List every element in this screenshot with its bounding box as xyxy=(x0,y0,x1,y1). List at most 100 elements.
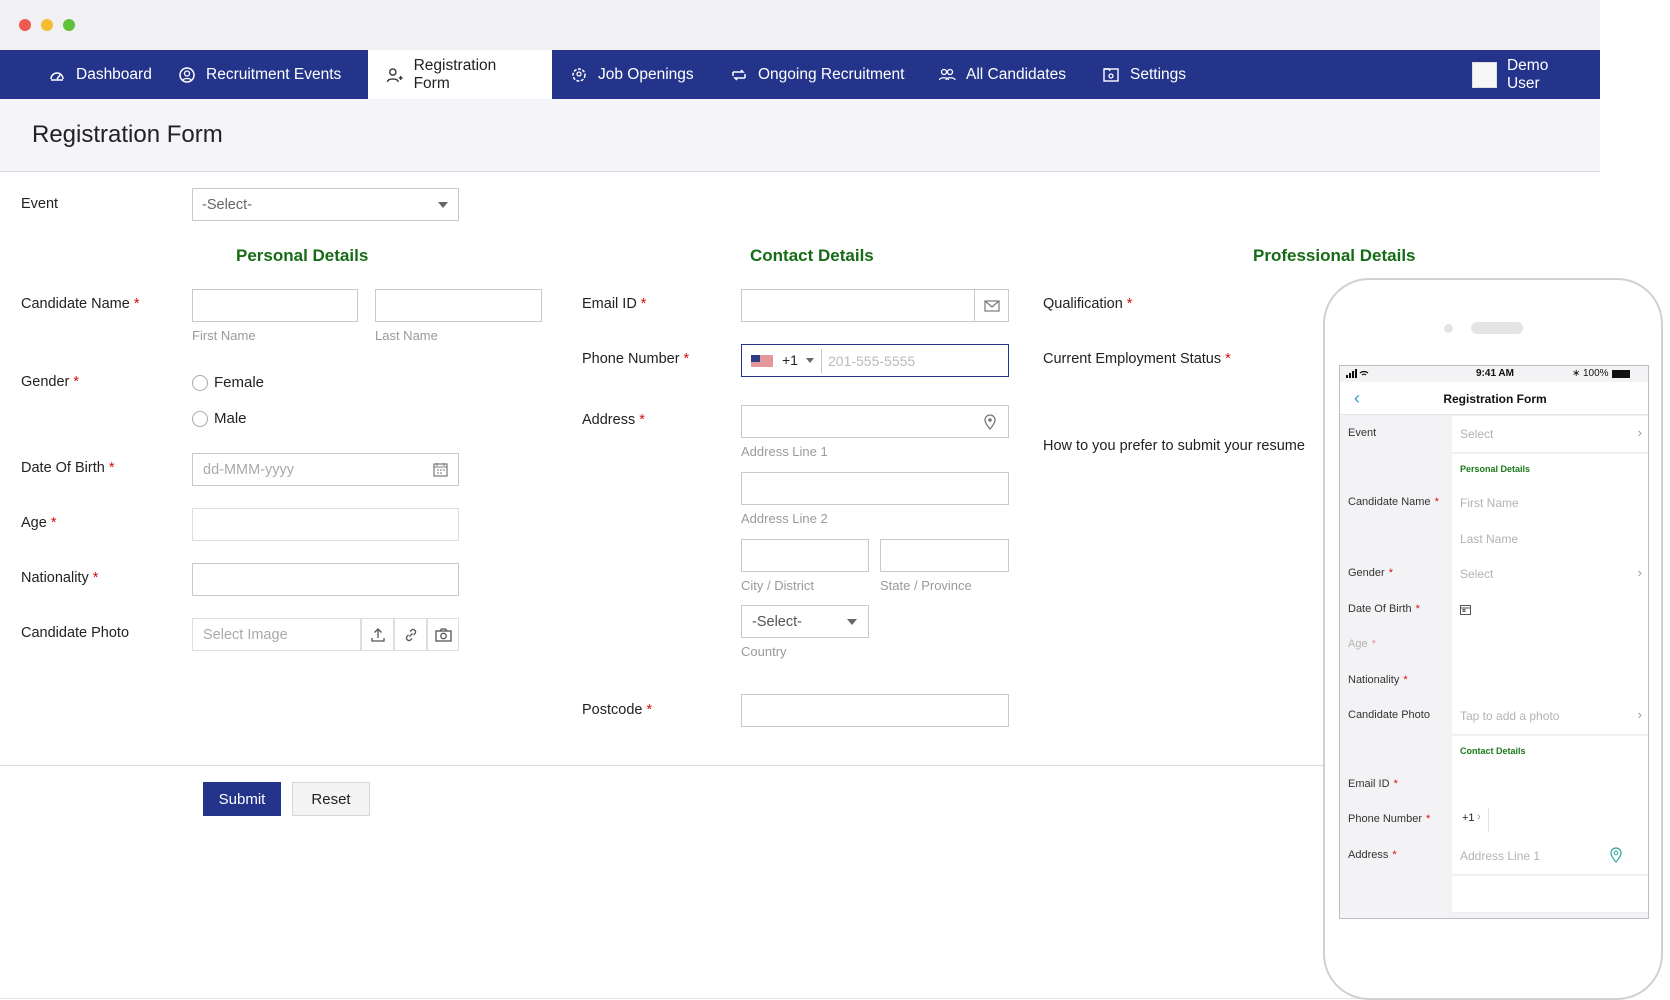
mobile-gender-row[interactable]: Gender * Select › xyxy=(1340,556,1648,594)
mobile-nationality-label: Nationality * xyxy=(1348,674,1408,686)
phone-label-text: Phone Number xyxy=(582,351,680,367)
mobile-event-select: Select xyxy=(1460,427,1494,441)
last-name-input[interactable] xyxy=(375,289,542,322)
required-mark: * xyxy=(640,296,647,312)
link-icon xyxy=(405,628,417,642)
avatar xyxy=(1472,61,1497,88)
mobile-first-name-row[interactable]: Candidate Name * First Name xyxy=(1340,485,1648,523)
mobile-dob-text: Date Of Birth xyxy=(1348,603,1412,615)
mobile-event-label: Event xyxy=(1348,427,1377,439)
country-select[interactable]: -Select- xyxy=(741,605,869,638)
chevron-right-icon: › xyxy=(1637,707,1642,722)
employment-status-label-text: Current Employment Status xyxy=(1043,351,1222,367)
dashboard-icon xyxy=(50,71,64,81)
reset-button[interactable]: Reset xyxy=(292,782,370,816)
mobile-gender-select: Select xyxy=(1460,567,1494,581)
mobile-age-label: Age * xyxy=(1348,638,1376,650)
submit-button[interactable]: Submit xyxy=(203,782,281,816)
minimize-window-button[interactable] xyxy=(41,19,53,31)
email-input[interactable] xyxy=(741,289,1009,322)
gear-people-icon xyxy=(572,67,586,82)
chevron-down-icon xyxy=(847,619,857,625)
mobile-gender-text: Gender xyxy=(1348,567,1385,579)
mobile-age-cell xyxy=(1452,627,1648,664)
nav-item-registration-form[interactable]: Registration Form xyxy=(368,50,552,99)
mobile-photo-row[interactable]: Candidate Photo Tap to add a photo › xyxy=(1340,698,1648,736)
nationality-input[interactable] xyxy=(192,563,459,596)
state-input[interactable] xyxy=(880,539,1009,572)
nav-label-job-openings: Job Openings xyxy=(598,65,694,83)
mobile-dob-label: Date Of Birth * xyxy=(1348,603,1420,615)
mobile-dob-row[interactable]: Date Of Birth * xyxy=(1340,592,1648,630)
required-mark: * xyxy=(133,296,140,312)
add-user-icon xyxy=(386,67,403,82)
mobile-phone-code[interactable]: +1 xyxy=(1462,812,1475,824)
mobile-address-row[interactable]: Address * Address Line 1 xyxy=(1340,838,1648,876)
age-input[interactable] xyxy=(192,508,459,541)
country-select-value: -Select- xyxy=(752,614,802,630)
nav-item-dashboard[interactable]: Dashboard xyxy=(30,50,170,99)
phone-speaker xyxy=(1471,322,1523,334)
mobile-nav-bar: ‹ Registration Form xyxy=(1340,382,1648,415)
dob-label: Date Of Birth * xyxy=(21,460,114,476)
city-input[interactable] xyxy=(741,539,869,572)
city-hint: City / District xyxy=(741,578,814,593)
link-button[interactable] xyxy=(394,618,427,651)
settings-folder-icon xyxy=(1103,67,1119,82)
mobile-event-row[interactable]: Event Select › xyxy=(1340,416,1648,454)
calendar-icon[interactable] xyxy=(1460,604,1471,615)
required-mark: * xyxy=(1434,496,1439,508)
event-select-value: -Select- xyxy=(202,197,252,213)
required-mark: * xyxy=(1393,778,1398,790)
nationality-label: Nationality * xyxy=(21,570,98,586)
users-icon xyxy=(938,68,956,80)
user-menu[interactable]: Demo User xyxy=(1454,50,1600,99)
gender-male-radio[interactable] xyxy=(192,411,208,427)
qualification-label: Qualification * xyxy=(1043,296,1132,312)
nav-item-all-candidates[interactable]: All Candidates xyxy=(920,50,1084,99)
mobile-email-row[interactable]: Email ID * xyxy=(1340,767,1648,805)
phone-divider xyxy=(821,349,822,373)
user-name: Demo User xyxy=(1506,56,1549,92)
mobile-last-name-row[interactable]: Last Name xyxy=(1340,521,1648,559)
first-name-input[interactable] xyxy=(192,289,358,322)
close-window-button[interactable] xyxy=(19,19,31,31)
nav-item-job-openings[interactable]: Job Openings xyxy=(552,50,712,99)
bluetooth-icon: ∗ xyxy=(1572,368,1581,379)
nav-item-settings[interactable]: Settings xyxy=(1084,50,1204,99)
chevron-right-icon: › xyxy=(1637,565,1642,580)
dob-input[interactable]: dd-MMM-yyyy xyxy=(192,453,459,486)
event-select[interactable]: -Select- xyxy=(192,188,459,221)
mobile-address-line2-row[interactable] xyxy=(1340,876,1648,914)
photo-input[interactable]: Select Image xyxy=(192,618,361,651)
recruitment-events-icon xyxy=(179,66,195,83)
phone-country-code[interactable]: +1 xyxy=(782,352,798,368)
mobile-address-line1-input: Address Line 1 xyxy=(1460,849,1541,863)
mobile-last-name-input: Last Name xyxy=(1460,532,1519,546)
phone-input[interactable]: +1 201-555-5555 xyxy=(741,344,1009,377)
gender-female-label: Female xyxy=(214,374,265,391)
required-mark: * xyxy=(1426,813,1431,825)
mobile-nationality-row[interactable]: Nationality * xyxy=(1340,663,1648,701)
dob-placeholder: dd-MMM-yyyy xyxy=(203,462,295,478)
mobile-age-row[interactable]: Age * xyxy=(1340,627,1648,665)
camera-button[interactable] xyxy=(427,618,459,651)
required-mark: * xyxy=(683,351,690,367)
upload-button[interactable] xyxy=(361,618,394,651)
upload-icon xyxy=(371,628,385,642)
nav-item-ongoing-recruitment[interactable]: Ongoing Recruitment xyxy=(712,50,922,99)
postcode-label: Postcode * xyxy=(582,702,652,718)
address-line1-input[interactable] xyxy=(741,405,1009,438)
maximize-window-button[interactable] xyxy=(63,19,75,31)
nav-item-recruitment-events[interactable]: Recruitment Events xyxy=(160,50,359,99)
country-hint: Country xyxy=(741,644,787,659)
gender-female-radio[interactable] xyxy=(192,375,208,391)
address-line2-input[interactable] xyxy=(741,472,1009,505)
postcode-input[interactable] xyxy=(741,694,1009,727)
mobile-phone-row[interactable]: Phone Number * +1 › xyxy=(1340,802,1648,840)
calendar-icon[interactable] xyxy=(433,462,448,477)
candidate-name-label-text: Candidate Name xyxy=(21,296,130,312)
required-mark: * xyxy=(92,570,99,586)
required-mark: * xyxy=(1392,849,1397,861)
top-nav: Dashboard Recruitment Events Registratio… xyxy=(0,50,1600,99)
